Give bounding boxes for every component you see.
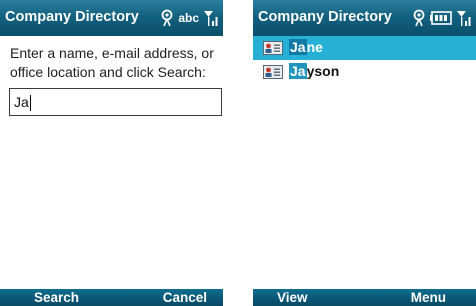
contact-card-icon (263, 41, 283, 55)
title-bar: Company Directory abc (0, 0, 223, 36)
input-mode-indicator: abc (178, 11, 199, 25)
text-caret (29, 95, 31, 112)
instruction-text: Enter a name, e-mail address, or office … (10, 45, 214, 80)
search-input-value: Ja (14, 94, 29, 110)
menu-button[interactable]: Menu (411, 289, 446, 306)
antenna-icon (412, 9, 426, 27)
search-button[interactable]: Search (34, 289, 79, 306)
contact-name: Jane (289, 39, 323, 55)
title-bar: Company Directory (253, 0, 476, 36)
status-icons: abc (160, 7, 219, 29)
battery-icon (430, 11, 452, 25)
cancel-button[interactable]: Cancel (163, 289, 207, 306)
results-list: Jane Jayson (253, 36, 476, 84)
screen-title: Company Directory (258, 9, 392, 25)
name-match-highlight: Ja (289, 63, 307, 79)
name-rest: ne (306, 39, 323, 55)
search-screen: Company Directory abc Enter a name, e-ma… (0, 0, 223, 306)
contact-card-icon (263, 65, 283, 79)
signal-strength-icon (456, 9, 472, 27)
softkey-bar: View Menu (253, 289, 476, 306)
result-row[interactable]: Jane (253, 36, 476, 60)
softkey-bar: Search Cancel (0, 289, 223, 306)
antenna-icon (160, 9, 174, 27)
name-match-highlight: Ja (289, 39, 307, 55)
results-screen: Company Directory Jane Jayson View Menu (253, 0, 476, 306)
signal-strength-icon (203, 9, 219, 27)
name-rest: yson (306, 63, 340, 79)
contact-name: Jayson (289, 63, 339, 79)
view-button[interactable]: View (277, 289, 308, 306)
result-row[interactable]: Jayson (253, 60, 476, 84)
screen-title: Company Directory (5, 9, 139, 25)
search-input[interactable]: Ja (9, 88, 222, 116)
status-icons (412, 7, 472, 29)
